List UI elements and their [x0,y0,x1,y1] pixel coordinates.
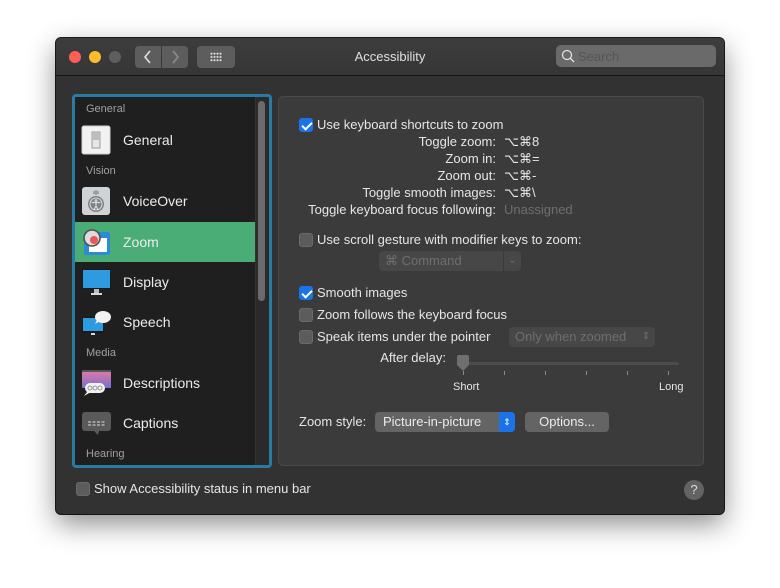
zoom-style-popup[interactable]: Picture-in-picture ⇕ [375,412,515,432]
sidebar-item-zoom[interactable]: Zoom [75,222,255,262]
after-delay-slider[interactable] [463,362,679,365]
sidebar-scrollbar[interactable] [255,97,269,465]
speak-items-checkbox[interactable] [299,330,313,344]
after-delay-label: After delay: [380,350,446,365]
shortcut-value: Unassigned [504,202,573,217]
sidebar: General General Vision VoiceOver Zoom Di… [72,94,272,468]
speech-bubble-monitor-icon [82,311,111,335]
slider-tick [545,371,546,375]
speak-items-label: Speak items under the pointer [317,329,491,344]
menu-bar-status-label: Show Accessibility status in menu bar [94,481,311,496]
slider-tick [504,371,505,375]
zoom-magnifier-icon [83,229,110,255]
section-header-hearing: Hearing [86,448,125,460]
slider-max-label: Long [659,381,684,393]
monitor-icon [82,269,111,295]
zoom-style-value: Picture-in-picture [383,414,482,429]
sidebar-item-descriptions[interactable]: Descriptions [75,363,255,403]
follow-focus-label: Zoom follows the keyboard focus [317,307,508,322]
updown-chevron-icon: ⇕ [641,331,651,342]
updown-chevron-icon: ⇕ [499,412,515,432]
slider-tick [463,371,464,375]
sidebar-item-captions[interactable]: Captions [75,403,255,443]
switch-icon [81,125,111,155]
slider-tick [668,371,669,375]
help-button[interactable]: ? [684,480,704,500]
sidebar-item-speech[interactable]: Speech [75,302,255,342]
scroll-gesture-label: Use scroll gesture with modifier keys to… [317,232,582,247]
zoom-style-label: Zoom style: [299,414,367,429]
shortcut-value: ⌥⌘= [504,151,540,166]
section-header-general: General [86,103,126,115]
slider-thumb[interactable] [456,355,470,371]
slider-tick [627,371,628,375]
sidebar-item-label: Display [123,274,169,290]
slider-tick [586,371,587,375]
magnifier-icon [561,49,575,63]
section-header-media: Media [86,347,116,359]
search-field[interactable] [556,45,716,67]
title-bar: Accessibility [56,38,724,76]
sidebar-item-label: Descriptions [123,375,201,391]
chevron-down-icon: ⌄ [503,251,521,271]
keyboard-shortcuts-checkbox[interactable] [299,118,313,132]
shortcut-value: ⌥⌘\ [504,185,536,200]
shortcut-label: Toggle zoom: [418,134,496,149]
preferences-window: Accessibility General General Vision [56,38,724,514]
shortcut-value: ⌥⌘- [504,168,537,183]
sidebar-list: General General Vision VoiceOver Zoom Di… [75,97,255,465]
sidebar-item-general[interactable]: General [75,120,255,160]
slider-min-label: Short [453,381,480,393]
shortcut-value: ⌥⌘8 [504,134,540,149]
captions-icon [82,412,111,435]
options-button[interactable]: Options... [525,412,609,432]
speak-when-popup[interactable]: Only when zoomed ⇕ [509,327,655,347]
shortcut-label: Zoom out: [437,168,496,183]
shortcut-label: Zoom in: [445,151,496,166]
sidebar-item-voiceover[interactable]: VoiceOver [75,181,255,221]
voiceover-icon [82,187,110,215]
keyboard-shortcuts-label: Use keyboard shortcuts to zoom [317,117,504,132]
speak-when-value: Only when zoomed [515,329,627,344]
sidebar-item-label: Zoom [123,234,159,250]
sidebar-item-display[interactable]: Display [75,262,255,302]
modifier-key-value: ⌘ Command [385,253,462,268]
shortcut-label: Toggle keyboard focus following: [308,202,496,217]
scroll-gesture-checkbox[interactable] [299,233,313,247]
scrollbar-thumb[interactable] [258,101,265,301]
sidebar-item-label: VoiceOver [123,193,188,209]
smooth-images-label: Smooth images [317,285,408,300]
sidebar-item-label: Captions [123,415,179,431]
follow-focus-checkbox[interactable] [299,308,313,322]
sidebar-item-label: Speech [123,314,171,330]
zoom-settings-panel: Use keyboard shortcuts to zoom Toggle zo… [278,96,704,466]
section-header-vision: Vision [86,165,116,177]
search-input[interactable] [578,47,708,65]
sidebar-item-label: General [123,132,173,148]
modifier-key-popup[interactable]: ⌘ Command ⌄ [379,251,521,271]
shortcut-label: Toggle smooth images: [362,185,496,200]
menu-bar-status-checkbox[interactable] [76,482,90,496]
smooth-images-checkbox[interactable] [299,286,313,300]
descriptions-icon [82,370,111,396]
